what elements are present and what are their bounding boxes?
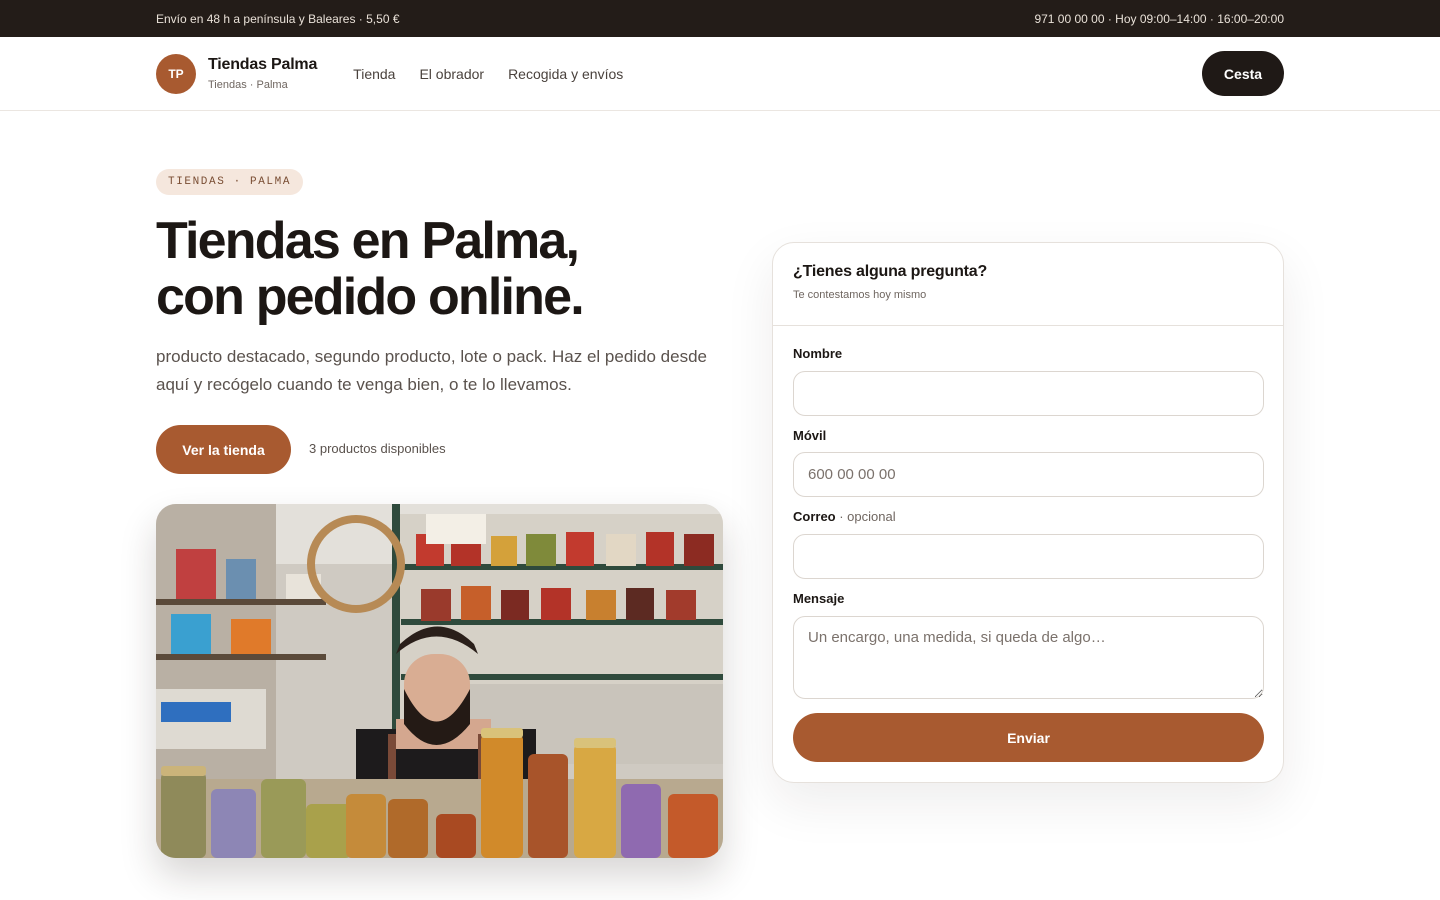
- products-count: 3 productos disponibles: [309, 441, 446, 456]
- message-label: Mensaje: [793, 591, 845, 606]
- top-info-bar: Envío en 48 h a península y Baleares · 5…: [0, 0, 1440, 37]
- email-input[interactable]: [793, 534, 1264, 579]
- headline-line-2: con pedido online.: [156, 268, 585, 326]
- email-label-text: Correo: [793, 509, 836, 524]
- phone-label: Móvil: [793, 428, 827, 443]
- message-textarea[interactable]: [793, 616, 1264, 699]
- hero-section: TIENDAS · PALMA Tiendas en Palma, con pe…: [0, 111, 1440, 900]
- site-header: TP Tiendas Palma Tiendas · Palma Tienda …: [0, 37, 1440, 111]
- headline-line-1: Tiendas en Palma,: [156, 212, 580, 270]
- brand-subtitle: Tiendas · Palma: [208, 79, 288, 91]
- page-title: Tiendas en Palma, con pedido online.: [156, 213, 756, 325]
- form-title: ¿Tienes alguna pregunta?: [793, 263, 988, 280]
- hero-description: producto destacado, segundo producto, lo…: [156, 347, 707, 394]
- phone-input[interactable]: [793, 452, 1264, 497]
- brand-text: Tiendas Palma Tiendas · Palma: [208, 56, 317, 91]
- view-shop-button[interactable]: Ver la tienda: [156, 425, 291, 474]
- eyebrow-pill: TIENDAS · PALMA: [156, 169, 304, 195]
- send-button[interactable]: Enviar: [793, 713, 1264, 762]
- email-label: Correo · opcional: [793, 509, 896, 524]
- logo-badge: TP: [156, 53, 196, 94]
- nav-link-obrador[interactable]: El obrador: [419, 66, 484, 82]
- main-nav: Tienda El obrador Recogida y envíos: [353, 66, 623, 82]
- name-label: Nombre: [793, 346, 843, 361]
- shopkeeper-photo: [156, 504, 723, 858]
- cart-button[interactable]: Cesta: [1202, 51, 1284, 96]
- form-subtitle: Te contestamos hoy mismo: [793, 289, 927, 301]
- contact-hours: 971 00 00 00 · Hoy 09:00–14:00 · 16:00–2…: [1034, 11, 1284, 26]
- brand-logo[interactable]: TP Tiendas Palma Tiendas · Palma: [156, 53, 317, 94]
- nav-link-tienda[interactable]: Tienda: [353, 66, 395, 82]
- contact-form-card: ¿Tienes alguna pregunta? Te contestamos …: [772, 242, 1284, 783]
- shipping-info: Envío en 48 h a península y Baleares · 5…: [156, 11, 400, 26]
- brand-name: Tiendas Palma: [208, 56, 318, 73]
- form-header: ¿Tienes alguna pregunta? Te contestamos …: [773, 243, 1283, 326]
- nav-link-recogida[interactable]: Recogida y envíos: [508, 66, 623, 82]
- email-optional-note: · opcional: [835, 509, 896, 524]
- name-input[interactable]: [793, 371, 1264, 416]
